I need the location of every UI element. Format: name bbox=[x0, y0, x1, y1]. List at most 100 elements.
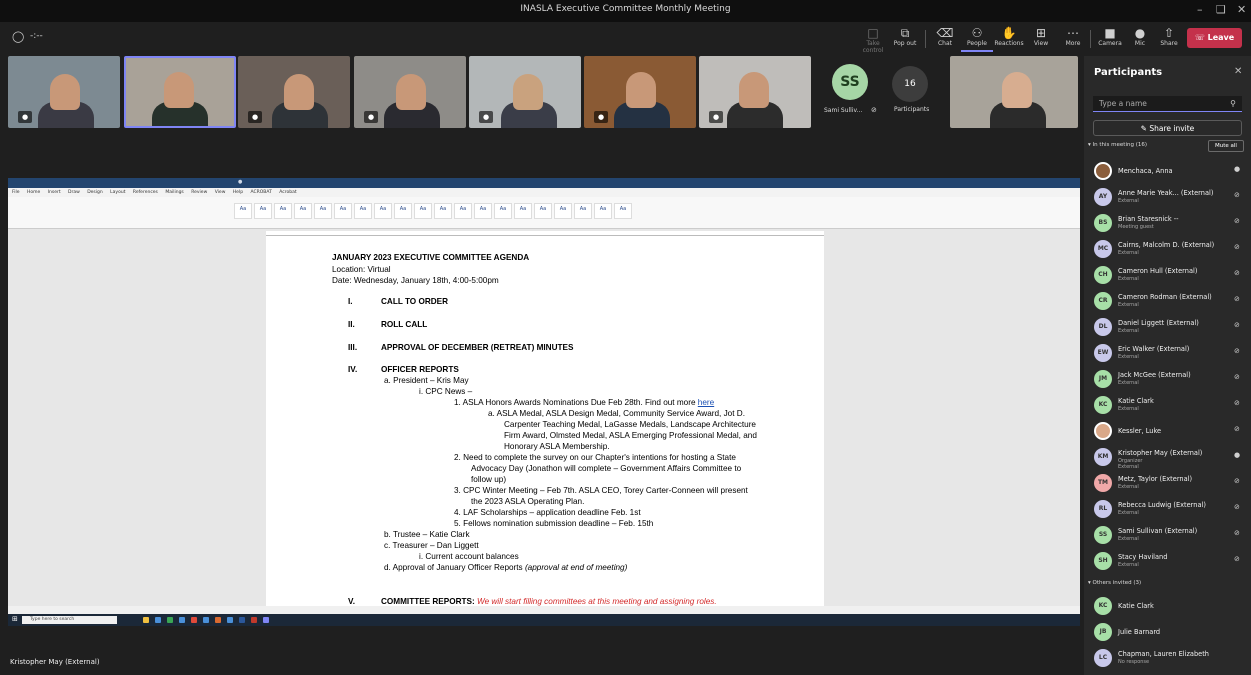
mic-off-icon[interactable]: ⊘ bbox=[1234, 477, 1240, 485]
mic-off-icon[interactable]: ⊘ bbox=[1234, 191, 1240, 199]
participant-row[interactable]: KM Kristopher May (External) Organizer Exte… bbox=[1092, 446, 1244, 470]
mute-all-button[interactable]: Mute all bbox=[1208, 140, 1244, 152]
chevron-down-icon: ▾ bbox=[1088, 142, 1091, 148]
avatar: AY bbox=[1094, 188, 1112, 206]
others-invited-section-header[interactable]: ▾ Others invited (3) bbox=[1088, 580, 1141, 586]
participant-count-button[interactable]: 16 bbox=[892, 66, 928, 102]
participant-name: Brian Staresnick -- bbox=[1118, 215, 1179, 223]
word-ribbon-tabs: File Home Insert Draw Design Layout Refe… bbox=[8, 188, 1080, 197]
video-tile[interactable] bbox=[950, 56, 1078, 128]
style-gallery-item: Aa bbox=[294, 203, 312, 219]
video-tile[interactable]: ● bbox=[354, 56, 466, 128]
word-title-bar: ● bbox=[8, 178, 1080, 188]
avatar: KC bbox=[1094, 597, 1112, 615]
section-number: I. bbox=[348, 297, 353, 306]
mic-off-icon[interactable]: ⊘ bbox=[1234, 295, 1240, 303]
participant-row[interactable]: TM Metz, Taylor (External) External ⊘ bbox=[1092, 472, 1244, 496]
video-tile[interactable]: ● bbox=[238, 56, 350, 128]
participant-search-input[interactable]: Type a name ⚲ bbox=[1093, 96, 1242, 112]
mic-off-icon[interactable]: ⊘ bbox=[1234, 243, 1240, 251]
shared-screen[interactable]: ● File Home Insert Draw Design Layout Re… bbox=[8, 178, 1080, 614]
video-tile[interactable]: ● bbox=[8, 56, 120, 128]
participant-name: Jack McGee (External) bbox=[1118, 371, 1191, 379]
mic-off-icon[interactable]: ⊘ bbox=[1234, 399, 1240, 407]
participant-row[interactable]: AY Anne Marie Yeak... (External) External ⊘ bbox=[1092, 186, 1244, 210]
participant-row[interactable]: RL Rebecca Ludwig (External) External ⊘ bbox=[1092, 498, 1244, 522]
mic-icon[interactable]: ● bbox=[1234, 451, 1240, 459]
mic-off-icon[interactable]: ⊘ bbox=[1234, 217, 1240, 225]
video-tile[interactable]: ● bbox=[699, 56, 811, 128]
section-number: II. bbox=[348, 320, 355, 329]
participant-row[interactable]: Kessler, Luke ⊘ bbox=[1092, 420, 1244, 444]
participant-face bbox=[396, 74, 426, 110]
view-button[interactable]: ⊞ View bbox=[1025, 26, 1057, 52]
take-control-button[interactable]: □ Take control bbox=[857, 26, 889, 54]
chat-icon: ⌫ bbox=[936, 26, 954, 40]
video-tile-active-speaker[interactable] bbox=[124, 56, 236, 128]
taskbar-search[interactable]: Type here to search bbox=[22, 616, 117, 624]
participant-row[interactable]: MC Cairns, Malcolm D. (External) External ⊘ bbox=[1092, 238, 1244, 262]
participant-row[interactable]: CR Cameron Rodman (External) External ⊘ bbox=[1092, 290, 1244, 314]
avatar: SS bbox=[1094, 526, 1112, 544]
mic-off-icon: ⊘ bbox=[871, 106, 877, 114]
participant-row[interactable]: JB Julie Barnard bbox=[1092, 621, 1244, 645]
style-gallery-item: Aa bbox=[434, 203, 452, 219]
reactions-button[interactable]: ✋ Reactions bbox=[993, 26, 1025, 52]
mic-off-icon[interactable]: ⊘ bbox=[1234, 425, 1240, 433]
participant-row[interactable]: SS Sami Sullivan (External) External ⊘ bbox=[1092, 524, 1244, 548]
mic-icon[interactable]: ● bbox=[1234, 165, 1240, 173]
chat-button[interactable]: ⌫ Chat bbox=[929, 26, 961, 52]
in-meeting-section-header[interactable]: ▾ In this meeting (16) bbox=[1088, 142, 1147, 148]
participant-row[interactable]: EW Eric Walker (External) External ⊘ bbox=[1092, 342, 1244, 366]
participant-name: Cairns, Malcolm D. (External) bbox=[1118, 241, 1215, 249]
participant-row[interactable]: BS Brian Staresnick -- Meeting guest ⊘ bbox=[1092, 212, 1244, 236]
word-status-bar bbox=[8, 606, 1080, 614]
participant-row[interactable]: SH Stacy Haviland External ⊘ bbox=[1092, 550, 1244, 574]
mic-off-icon[interactable]: ⊘ bbox=[1234, 347, 1240, 355]
participant-row[interactable]: DL Daniel Liggett (External) External ⊘ bbox=[1092, 316, 1244, 340]
more-button[interactable]: ⋯ More bbox=[1057, 26, 1089, 52]
video-tile[interactable]: ● bbox=[469, 56, 581, 128]
participant-role: External bbox=[1118, 510, 1139, 516]
share-button[interactable]: ⇧ Share bbox=[1153, 26, 1185, 52]
style-gallery-item: Aa bbox=[454, 203, 472, 219]
participant-row[interactable]: KC Katie Clark bbox=[1092, 595, 1244, 619]
maximize-icon[interactable]: ❑ bbox=[1216, 3, 1226, 16]
style-gallery-item: Aa bbox=[574, 203, 592, 219]
mic-button[interactable]: ● Mic bbox=[1124, 26, 1156, 52]
mic-off-icon[interactable]: ⊘ bbox=[1234, 529, 1240, 537]
minimize-icon[interactable]: – bbox=[1197, 3, 1203, 16]
participant-row[interactable]: JM Jack McGee (External) External ⊘ bbox=[1092, 368, 1244, 392]
share-invite-button[interactable]: ✎ Share invite bbox=[1093, 120, 1242, 136]
leave-button[interactable]: ☏ Leave bbox=[1187, 28, 1242, 48]
video-tile[interactable]: ● bbox=[584, 56, 696, 128]
close-icon[interactable]: ✕ bbox=[1234, 66, 1242, 77]
video-tile-sami[interactable]: SS Sami Sulliv... ⊘ bbox=[816, 56, 946, 128]
mic-off-icon[interactable]: ⊘ bbox=[1234, 269, 1240, 277]
style-gallery-item: Aa bbox=[234, 203, 252, 219]
participant-row[interactable]: Menchaca, Anna ● bbox=[1092, 160, 1244, 184]
people-button[interactable]: ⚇ People bbox=[961, 26, 993, 52]
pop-out-button[interactable]: ⧉ Pop out bbox=[889, 26, 921, 52]
camera-button[interactable]: ■ Camera bbox=[1094, 26, 1126, 52]
participant-name: Sami Sullivan (External) bbox=[1118, 527, 1198, 535]
style-gallery-item: Aa bbox=[334, 203, 352, 219]
mic-off-icon[interactable]: ⊘ bbox=[1234, 503, 1240, 511]
participant-row[interactable]: LC Chapman, Lauren Elizabeth No response bbox=[1092, 647, 1244, 671]
participant-row[interactable]: KC Katie Clark External ⊘ bbox=[1092, 394, 1244, 418]
document-page[interactable]: JANUARY 2023 EXECUTIVE COMMITTEE AGENDA … bbox=[266, 236, 824, 614]
close-icon[interactable]: ✕ bbox=[1237, 3, 1246, 16]
here-link[interactable]: here bbox=[698, 398, 714, 407]
participant-row[interactable]: CH Cameron Hull (External) External ⊘ bbox=[1092, 264, 1244, 288]
agenda-item: Carpenter Teaching Medal, LaGasse Medals… bbox=[504, 420, 756, 429]
word-title: ● bbox=[238, 179, 243, 185]
style-gallery-item: Aa bbox=[534, 203, 552, 219]
mic-off-icon[interactable]: ⊘ bbox=[1234, 321, 1240, 329]
participant-role: External bbox=[1118, 464, 1139, 470]
reactions-icon: ✋ bbox=[1001, 26, 1017, 40]
style-gallery-item: Aa bbox=[514, 203, 532, 219]
app-icon bbox=[227, 617, 233, 623]
mic-off-icon[interactable]: ⊘ bbox=[1234, 373, 1240, 381]
participant-role: External bbox=[1118, 276, 1139, 282]
mic-off-icon[interactable]: ⊘ bbox=[1234, 555, 1240, 563]
